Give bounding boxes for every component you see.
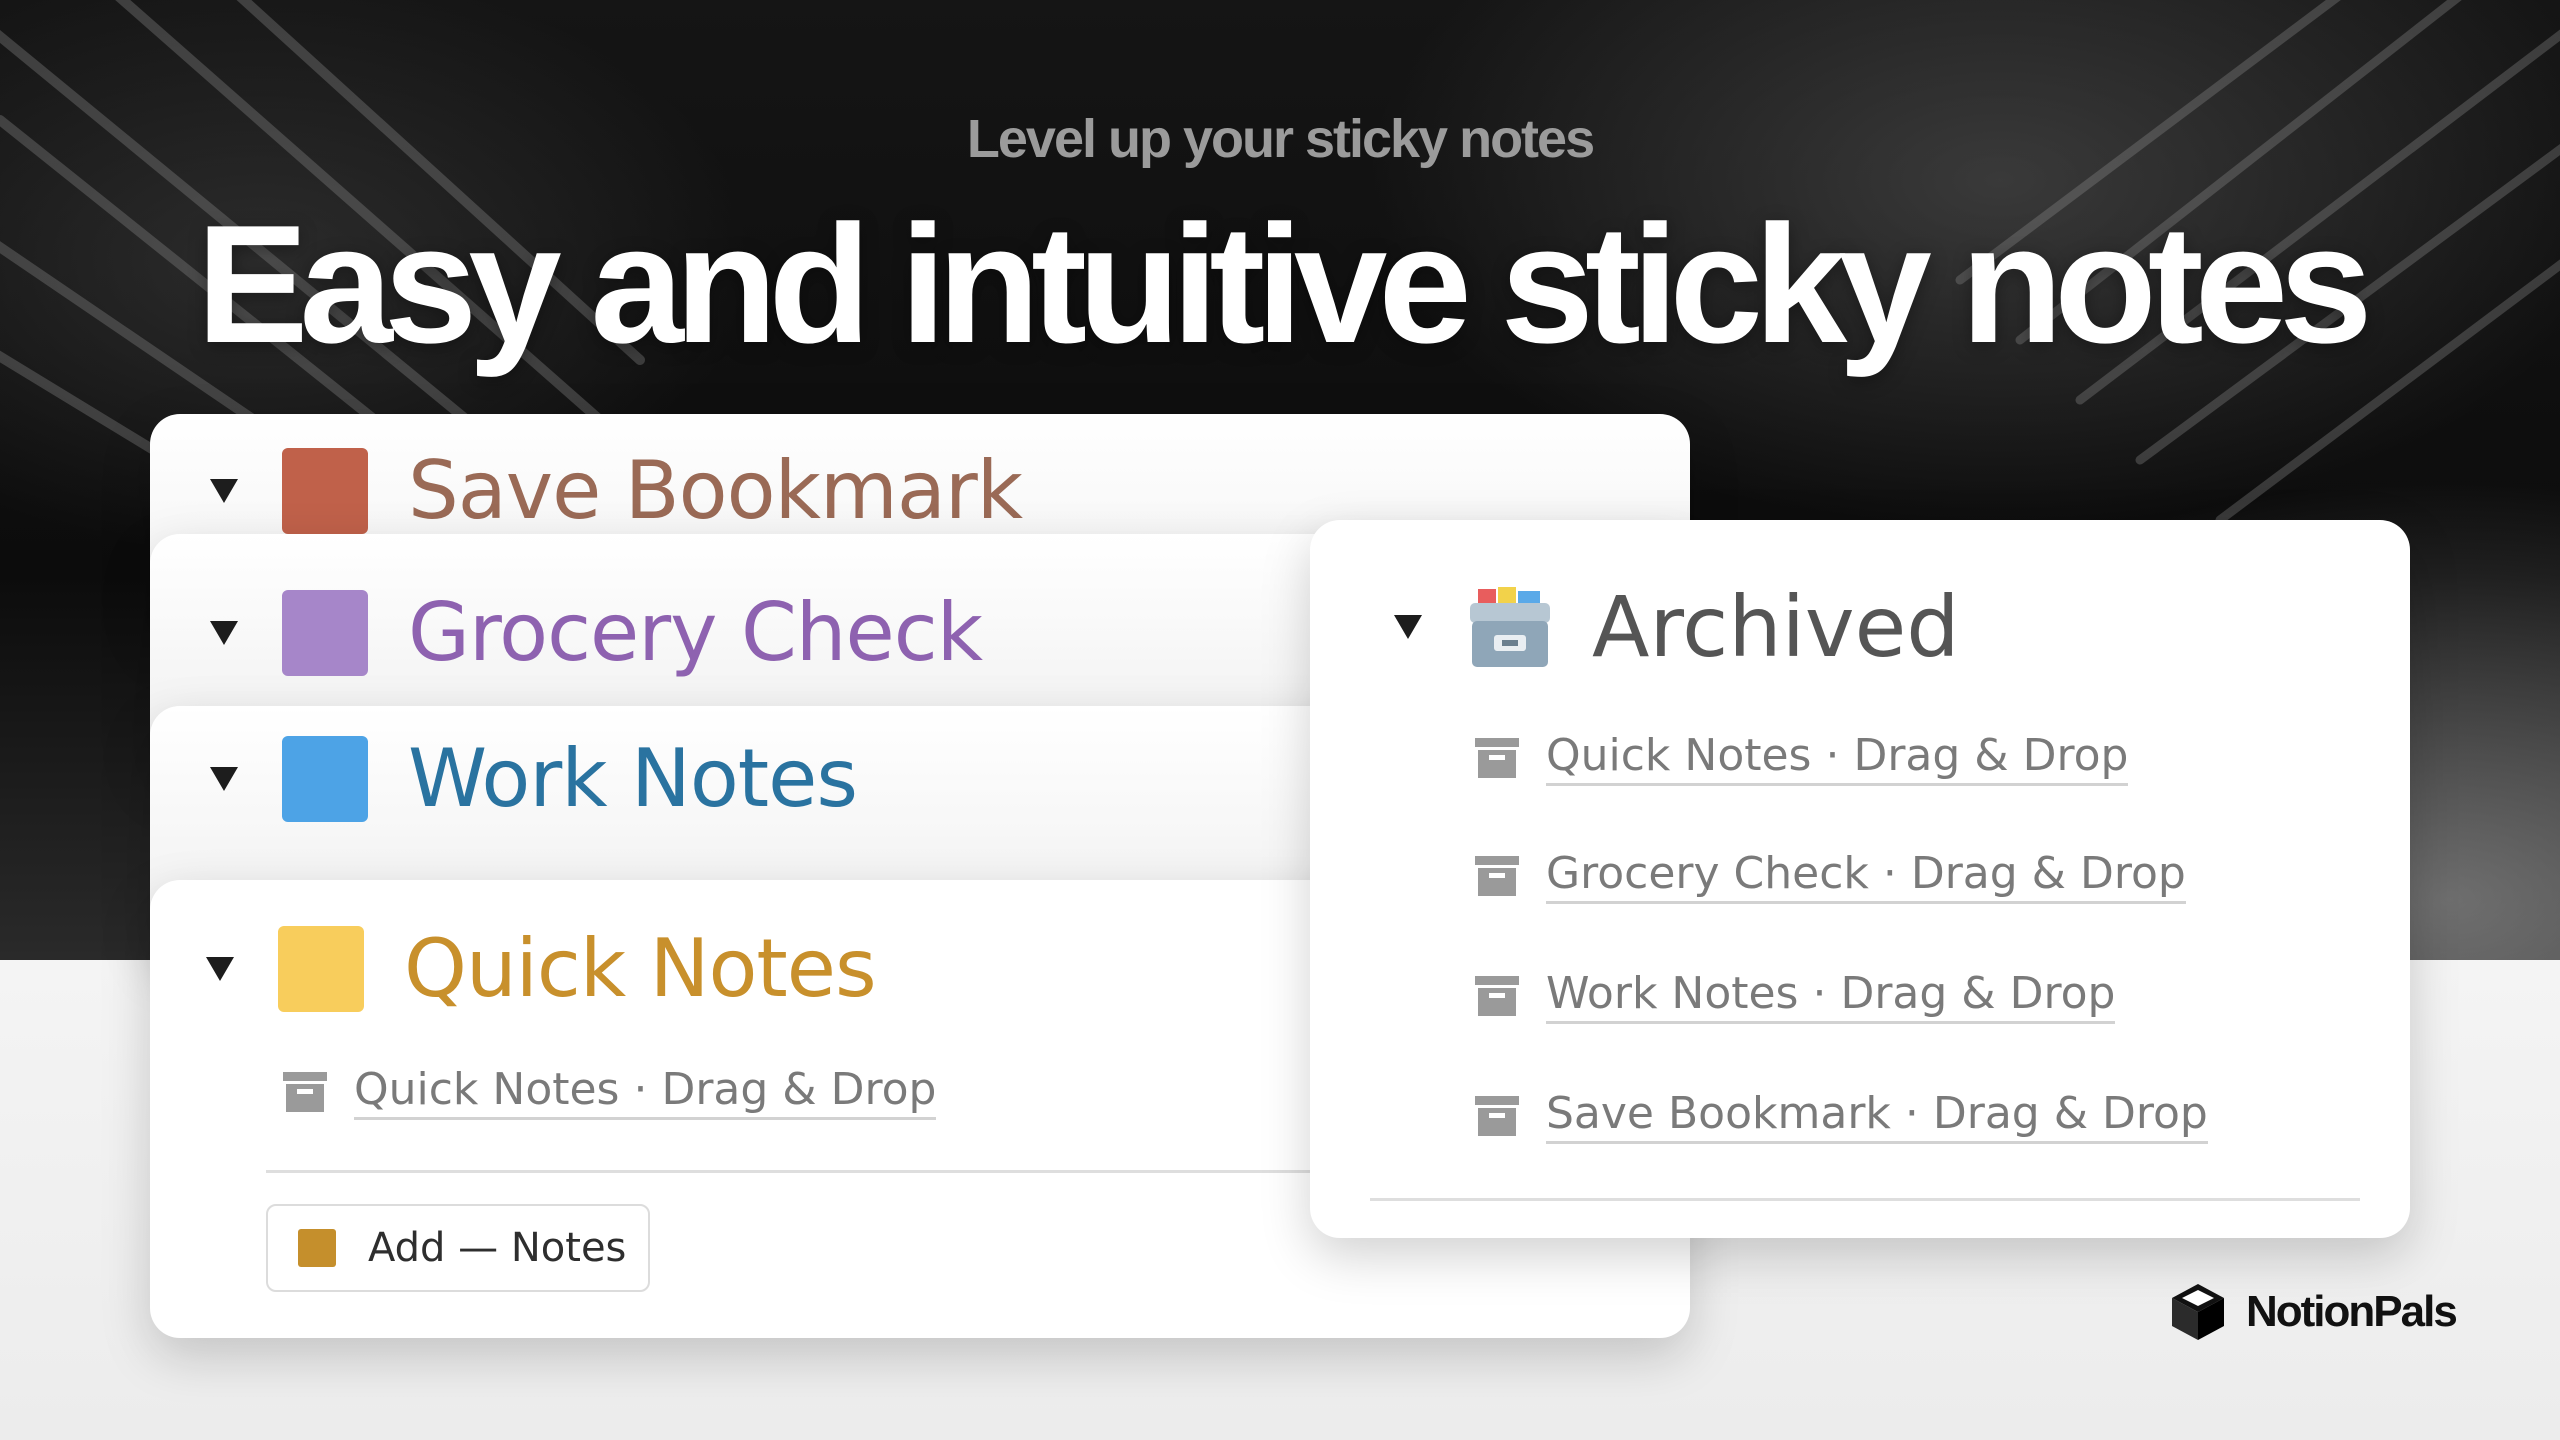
archive-box-icon [1475,976,1519,1016]
page-link[interactable]: Save Bookmark · Drag & Drop [1546,1088,2208,1144]
divider [1370,1198,2360,1201]
card-file-box-icon [1470,587,1550,667]
page-link[interactable]: Grocery Check · Drag & Drop [1546,848,2186,904]
toggle-label: Work Notes [408,732,858,825]
archive-box-icon [283,1072,327,1112]
toggle-quick-notes[interactable]: Quick Notes [206,922,877,1015]
toggle-label: Grocery Check [408,586,983,679]
toggle-arrow-icon[interactable] [210,766,238,791]
brand-logo: NotionPals [2166,1280,2458,1344]
page-link[interactable]: Quick Notes · Drag & Drop [354,1064,937,1120]
toggle-archived[interactable]: Archived [1394,578,1960,676]
square-icon [298,1229,336,1267]
toggle-arrow-icon[interactable] [210,478,238,503]
archive-box-icon [1475,856,1519,896]
toggle-work-notes[interactable]: Work Notes [210,732,858,825]
archive-box-icon [1475,738,1519,778]
yellow-square-icon [278,925,364,1012]
toggle-arrow-icon[interactable] [210,620,238,645]
brand-name: NotionPals [2246,1287,2458,1336]
list-item[interactable]: Quick Notes · Drag & Drop [1474,730,2129,786]
toggle-arrow-icon[interactable] [206,956,234,981]
list-item[interactable]: Work Notes · Drag & Drop [1474,968,2116,1024]
toggle-save-bookmark[interactable]: Save Bookmark [210,444,1023,537]
hero-headline: Easy and intuitive sticky notes [196,190,2372,378]
blue-square-icon [282,735,368,822]
hero-subtitle: Level up your sticky notes [966,109,1595,169]
red-square-icon [282,447,368,534]
list-item[interactable]: Save Bookmark · Drag & Drop [1474,1088,2208,1144]
toggle-label: Quick Notes [404,922,877,1015]
toggle-arrow-icon[interactable] [1394,615,1422,639]
list-item[interactable]: Grocery Check · Drag & Drop [1474,848,2186,904]
purple-square-icon [282,589,368,676]
cube-logo-icon [2172,1284,2224,1340]
toggle-grocery-check[interactable]: Grocery Check [210,586,983,679]
page-link[interactable]: Quick Notes · Drag & Drop [1546,730,2129,786]
archive-box-icon [1475,1096,1519,1136]
list-item[interactable]: Quick Notes · Drag & Drop [282,1064,937,1120]
divider [266,1170,1310,1173]
archived-title: Archived [1592,578,1960,676]
page-link[interactable]: Work Notes · Drag & Drop [1546,968,2116,1024]
add-button-label: Add — Notes [368,1225,627,1271]
add-notes-button[interactable]: Add — Notes [266,1204,650,1292]
toggle-label: Save Bookmark [408,444,1023,537]
